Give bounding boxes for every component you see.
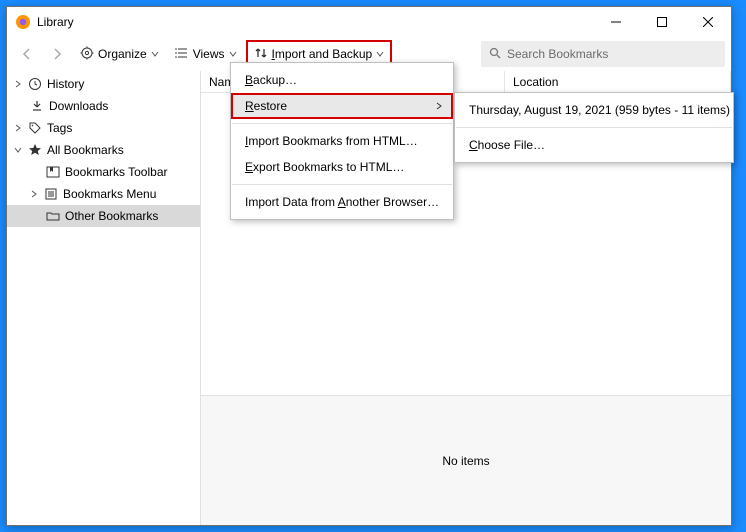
sidebar: History Downloads Tags All Bookmarks Boo… bbox=[7, 71, 201, 525]
sidebar-item-label: Downloads bbox=[49, 99, 108, 113]
gear-icon bbox=[80, 46, 94, 63]
sidebar-item-history[interactable]: History bbox=[7, 73, 200, 95]
download-icon bbox=[29, 99, 45, 113]
restore-submenu: Thursday, August 19, 2021 (959 bytes - 1… bbox=[454, 92, 734, 163]
search-icon bbox=[489, 47, 501, 62]
details-pane: No items bbox=[201, 395, 731, 525]
search-box[interactable] bbox=[481, 41, 725, 67]
empty-label: No items bbox=[442, 454, 489, 468]
sidebar-item-label: Tags bbox=[47, 121, 72, 135]
menu-item-export-html[interactable]: Export Bookmarks to HTML… bbox=[231, 154, 453, 180]
bookmarks-toolbar-icon bbox=[45, 165, 61, 179]
menu-item-import-html[interactable]: Import Bookmarks from HTML… bbox=[231, 128, 453, 154]
import-export-icon bbox=[254, 46, 268, 63]
sidebar-item-label: All Bookmarks bbox=[47, 143, 124, 157]
forward-button[interactable] bbox=[43, 42, 71, 66]
chevron-right-icon bbox=[13, 124, 23, 132]
window-title: Library bbox=[37, 15, 74, 29]
back-button[interactable] bbox=[13, 42, 41, 66]
maximize-button[interactable] bbox=[639, 7, 685, 37]
sidebar-item-bookmarks-menu[interactable]: Bookmarks Menu bbox=[7, 183, 200, 205]
sidebar-item-other-bookmarks[interactable]: Other Bookmarks bbox=[7, 205, 200, 227]
list-icon bbox=[175, 46, 189, 63]
menu-separator bbox=[232, 123, 452, 124]
views-label: Views bbox=[193, 47, 225, 61]
sidebar-item-all-bookmarks[interactable]: All Bookmarks bbox=[7, 139, 200, 161]
menu-separator bbox=[456, 127, 732, 128]
sidebar-item-tags[interactable]: Tags bbox=[7, 117, 200, 139]
chevron-right-icon bbox=[29, 190, 39, 198]
sidebar-item-label: Other Bookmarks bbox=[65, 209, 158, 223]
menu-item-import-browser[interactable]: Import Data from Another Browser… bbox=[231, 189, 453, 215]
import-backup-menu: Backup… Restore Import Bookmarks from HT… bbox=[230, 62, 454, 220]
chevron-down-icon bbox=[151, 47, 159, 61]
titlebar: Library bbox=[7, 7, 731, 37]
close-button[interactable] bbox=[685, 7, 731, 37]
chevron-down-icon bbox=[13, 146, 23, 154]
sidebar-item-bookmarks-toolbar[interactable]: Bookmarks Toolbar bbox=[7, 161, 200, 183]
sidebar-item-label: Bookmarks Menu bbox=[63, 187, 156, 201]
folder-icon bbox=[45, 209, 61, 223]
menu-item-backup[interactable]: Backup… bbox=[231, 67, 453, 93]
menu-item-restore-date[interactable]: Thursday, August 19, 2021 (959 bytes - 1… bbox=[455, 97, 733, 123]
organize-button[interactable]: Organize bbox=[73, 41, 166, 68]
search-input[interactable] bbox=[507, 47, 717, 61]
menu-item-restore[interactable]: Restore bbox=[231, 93, 453, 119]
app-icon bbox=[15, 14, 31, 30]
star-icon bbox=[27, 143, 43, 157]
chevron-right-icon bbox=[435, 99, 443, 113]
bookmarks-menu-icon bbox=[43, 187, 59, 201]
chevron-down-icon bbox=[229, 47, 237, 61]
chevron-down-icon bbox=[376, 47, 384, 61]
tag-icon bbox=[27, 121, 43, 135]
sidebar-item-label: Bookmarks Toolbar bbox=[65, 165, 168, 179]
sidebar-item-downloads[interactable]: Downloads bbox=[7, 95, 200, 117]
clock-icon bbox=[27, 77, 43, 91]
minimize-button[interactable] bbox=[593, 7, 639, 37]
sidebar-item-label: History bbox=[47, 77, 84, 91]
import-backup-label: IImport and Backupmport and Backup bbox=[272, 47, 373, 61]
organize-label: Organize bbox=[98, 47, 147, 61]
chevron-right-icon bbox=[13, 80, 23, 88]
column-header-location[interactable]: Location bbox=[505, 71, 731, 92]
menu-item-choose-file[interactable]: Choose File… bbox=[455, 132, 733, 158]
menu-separator bbox=[232, 184, 452, 185]
